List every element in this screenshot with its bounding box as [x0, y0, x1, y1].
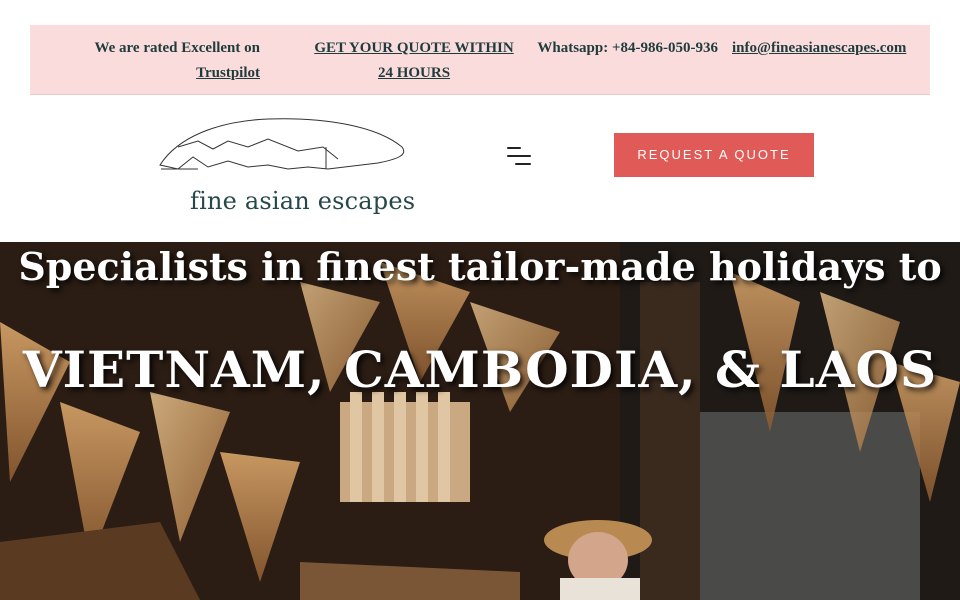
hero-background-image: [0, 242, 960, 600]
logo-text: fine asian escapes: [190, 187, 416, 215]
quote-24h-link[interactable]: GET YOUR QUOTE WITHIN 24 HOURS: [308, 36, 520, 86]
hero-tagline: Specialists in finest tailor-made holida…: [18, 244, 942, 289]
top-info-bar: We are rated Excellent on Trustpilot GET…: [30, 25, 930, 95]
request-quote-button[interactable]: REQUEST A QUOTE: [614, 133, 814, 177]
logo[interactable]: fine asian escapes: [158, 117, 415, 215]
trustpilot-rating: We are rated Excellent on Trustpilot: [78, 36, 260, 86]
boat-logo-icon: [159, 118, 405, 170]
hamburger-menu-icon[interactable]: [504, 145, 532, 167]
rated-text: We are rated Excellent on: [94, 40, 260, 56]
email-link[interactable]: info@fineasianescapes.com: [732, 36, 932, 61]
site-header: fine asian escapes REQUEST A QUOTE: [0, 95, 960, 242]
trustpilot-link[interactable]: Trustpilot: [78, 61, 260, 86]
hero-banner: Specialists in finest tailor-made holida…: [0, 242, 960, 600]
whatsapp-number: Whatsapp: +84-986-050-936: [537, 40, 718, 56]
hero-destinations: VIETNAM, CAMBODIA, & LAOS: [22, 340, 938, 399]
